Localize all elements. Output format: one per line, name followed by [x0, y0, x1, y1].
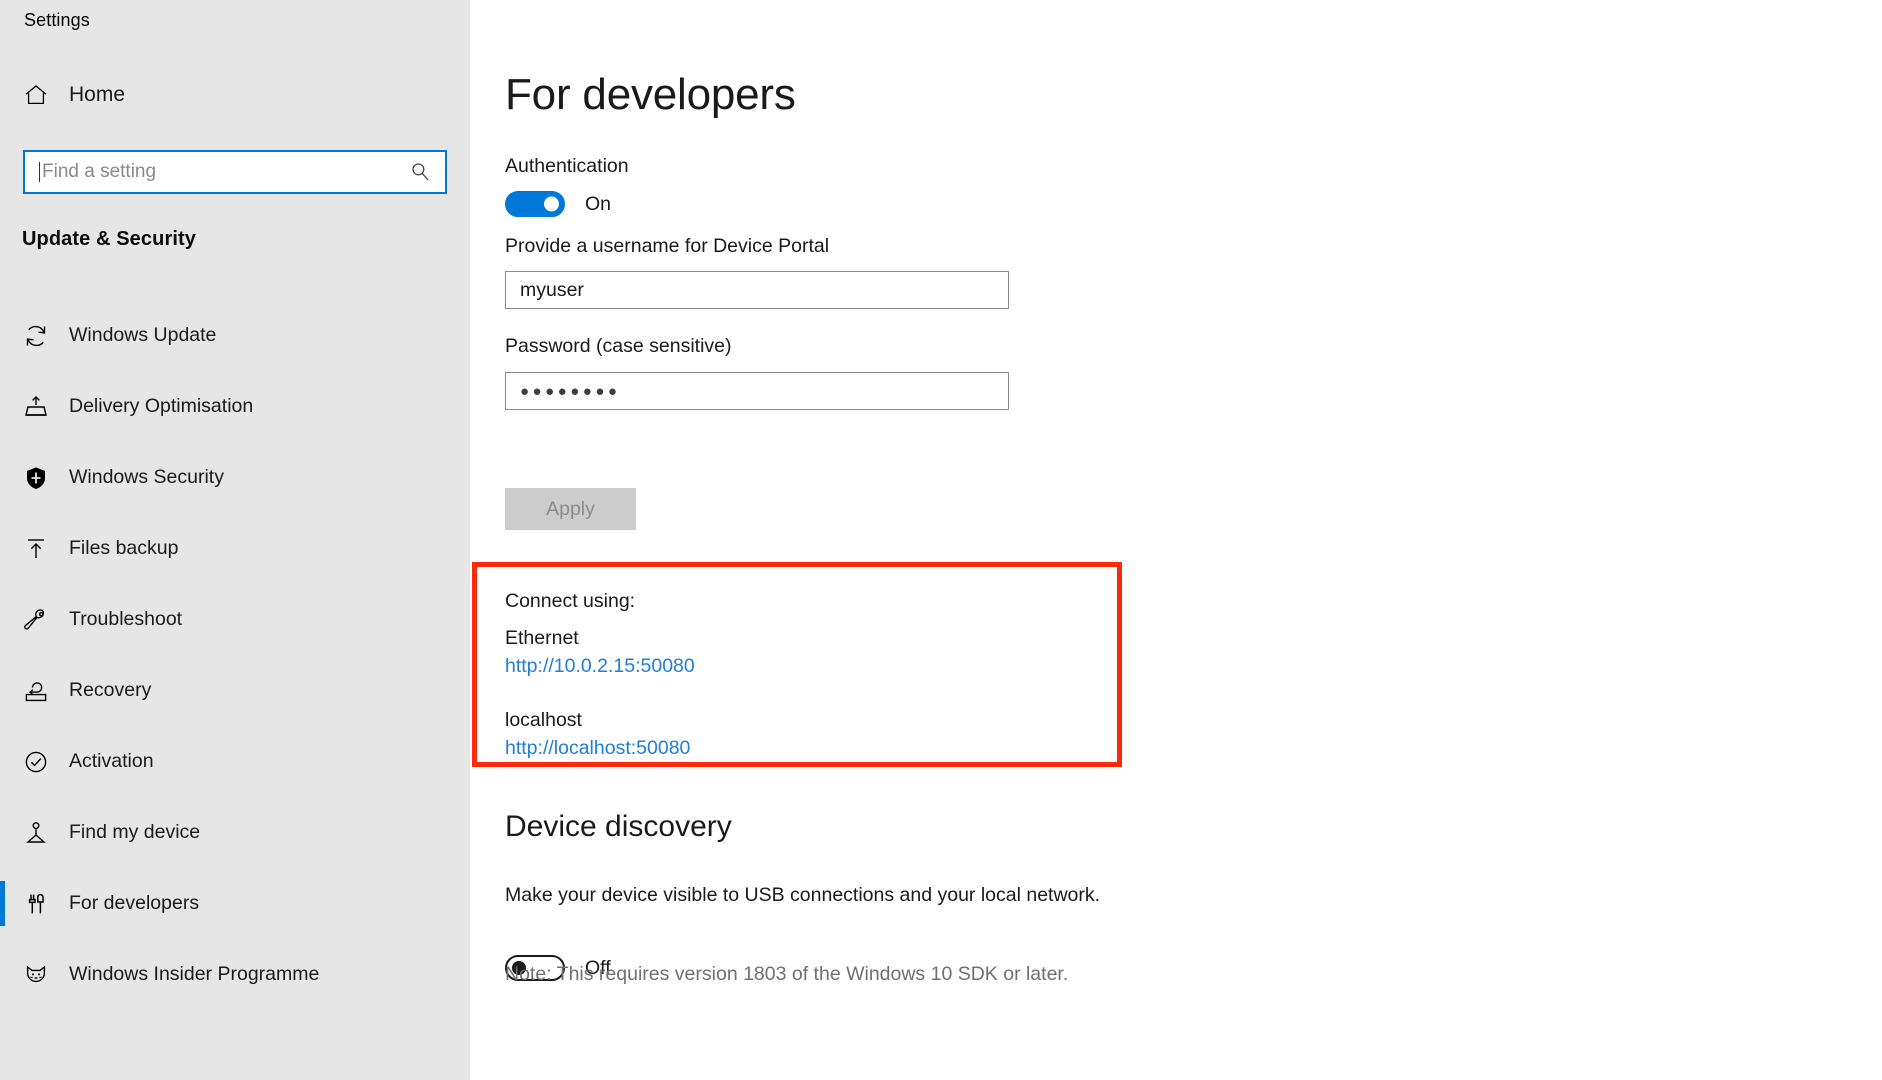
sync-refresh-icon — [23, 323, 59, 349]
sidebar-item-label: Windows Update — [69, 324, 216, 347]
device-discovery-title: Device discovery — [505, 810, 732, 844]
sidebar-item-label: Files backup — [69, 537, 178, 560]
sidebar-item-label: Recovery — [69, 679, 151, 702]
sidebar-item-home[interactable]: Home — [0, 68, 470, 122]
authentication-toggle[interactable] — [505, 191, 565, 217]
sidebar-item-label: Windows Insider Programme — [69, 963, 319, 986]
device-discovery-note: Note: This requires version 1803 of the … — [505, 963, 1068, 986]
toggle-knob — [544, 197, 559, 212]
connect-entry-name-ethernet: Ethernet — [505, 627, 579, 650]
device-discovery-description: Make your device visible to USB connecti… — [505, 884, 1100, 907]
search-input[interactable]: Find a setting — [23, 150, 447, 194]
upload-arrow-icon — [23, 536, 59, 562]
sidebar-item-for-developers[interactable]: For developers — [0, 868, 470, 939]
settings-sidebar: Settings Home Find a setting Update & Se… — [0, 0, 470, 1080]
page-title: For developers — [505, 70, 796, 120]
connect-entry-url-localhost[interactable]: http://localhost:50080 — [505, 737, 690, 760]
sidebar-item-label: Activation — [69, 750, 154, 773]
recovery-icon — [23, 678, 59, 704]
password-label: Password (case sensitive) — [505, 335, 732, 358]
password-masked-value: ●●●●●●●● — [520, 383, 620, 400]
username-label: Provide a username for Device Portal — [505, 235, 829, 258]
search-icon[interactable] — [409, 161, 431, 183]
connect-entry-name-localhost: localhost — [505, 709, 582, 732]
shield-icon — [23, 465, 59, 491]
sidebar-item-label: Troubleshoot — [69, 608, 182, 631]
sidebar-item-label: For developers — [69, 892, 199, 915]
app-title: Settings — [24, 10, 90, 31]
insider-cat-icon — [23, 962, 59, 988]
authentication-toggle-state: On — [585, 193, 611, 216]
authentication-label: Authentication — [505, 155, 629, 178]
location-pin-icon — [23, 820, 59, 846]
password-field[interactable]: ●●●●●●●● — [505, 372, 1009, 410]
check-circle-icon — [23, 749, 59, 775]
sidebar-item-recovery[interactable]: Recovery — [0, 655, 470, 726]
sidebar-item-label: Windows Security — [69, 466, 224, 489]
sidebar-item-troubleshoot[interactable]: Troubleshoot — [0, 584, 470, 655]
sidebar-nav-list: Windows Update Delivery Optimisation — [0, 300, 470, 1010]
sidebar-item-windows-security[interactable]: Windows Security — [0, 442, 470, 513]
username-field[interactable]: myuser — [505, 271, 1009, 309]
username-value: myuser — [520, 279, 584, 302]
connect-using-heading: Connect using: — [505, 590, 635, 613]
sidebar-item-delivery-optimisation[interactable]: Delivery Optimisation — [0, 371, 470, 442]
sidebar-section-title: Update & Security — [22, 228, 196, 251]
sidebar-item-label: Find my device — [69, 821, 200, 844]
sidebar-item-files-backup[interactable]: Files backup — [0, 513, 470, 584]
sidebar-item-label-home: Home — [69, 83, 125, 107]
authentication-toggle-row: On — [505, 191, 611, 217]
sidebar-item-label: Delivery Optimisation — [69, 395, 253, 418]
developer-tools-icon — [23, 891, 59, 917]
connect-using-highlight-box: Connect using: Ethernet http://10.0.2.15… — [472, 562, 1122, 767]
sidebar-item-windows-update[interactable]: Windows Update — [0, 300, 470, 371]
home-icon — [23, 82, 59, 108]
delivery-upload-icon — [23, 394, 59, 420]
sidebar-item-windows-insider-programme[interactable]: Windows Insider Programme — [0, 939, 470, 1010]
main-content: For developers Authentication On Provide… — [470, 0, 1882, 1080]
text-caret — [39, 162, 40, 182]
sidebar-item-activation[interactable]: Activation — [0, 726, 470, 797]
connect-entry-url-ethernet[interactable]: http://10.0.2.15:50080 — [505, 655, 695, 678]
search-placeholder: Find a setting — [42, 161, 409, 183]
apply-button[interactable]: Apply — [505, 488, 636, 530]
sidebar-item-find-my-device[interactable]: Find my device — [0, 797, 470, 868]
wrench-icon — [23, 607, 59, 633]
